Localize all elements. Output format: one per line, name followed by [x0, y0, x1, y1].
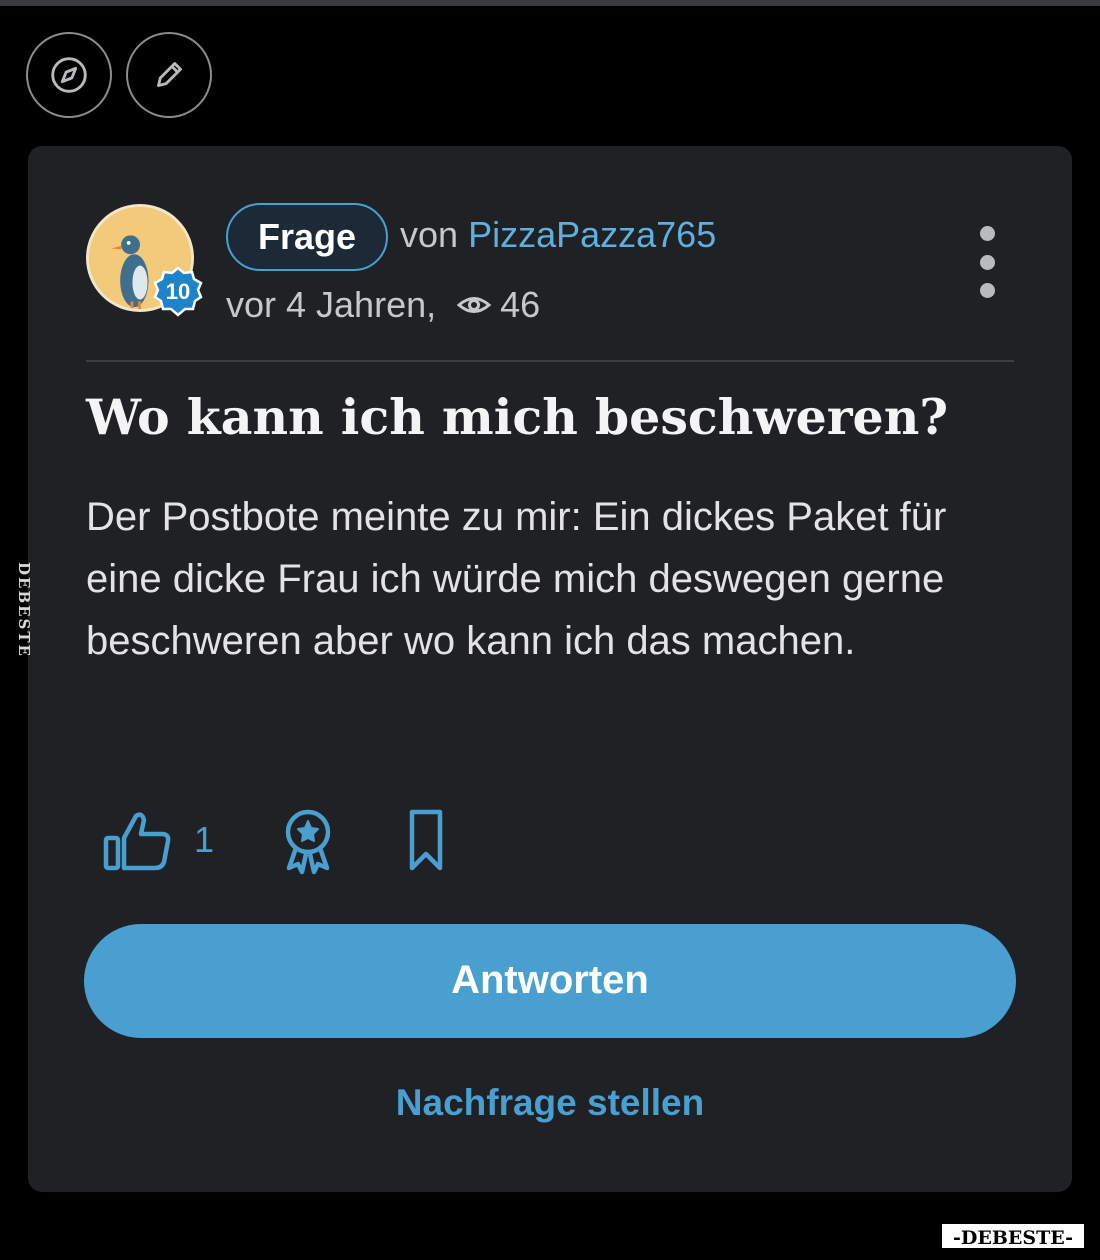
question-title: Wo kann ich mich beschweren?	[86, 388, 949, 446]
action-row: 1	[102, 804, 462, 876]
more-options-icon[interactable]	[972, 226, 1002, 298]
corner-watermark: -DEBESTE-	[940, 1222, 1086, 1250]
view-count: 46	[500, 284, 541, 325]
author-prefix: von	[400, 214, 459, 255]
thumbs-up-icon[interactable]	[102, 804, 174, 876]
post-meta: vor 4 Jahren, 46	[226, 284, 540, 326]
author-line: von PizzaPazza765	[400, 214, 716, 256]
question-card: 10 Frage von PizzaPazza765 vor 4 Jahren,…	[28, 146, 1072, 1192]
author-link[interactable]: PizzaPazza765	[468, 214, 716, 255]
eye-icon	[456, 297, 492, 313]
followup-link[interactable]: Nachfrage stellen	[84, 1082, 1016, 1124]
level-badge: 10	[152, 266, 204, 318]
award-icon[interactable]	[272, 804, 344, 876]
write-button[interactable]	[126, 32, 212, 118]
explore-button[interactable]	[26, 32, 112, 118]
bookmark-icon[interactable]	[390, 804, 462, 876]
divider	[86, 360, 1014, 362]
top-bar	[0, 0, 1100, 6]
compass-icon	[51, 57, 87, 93]
post-time: vor 4 Jahren,	[226, 284, 437, 325]
like-count: 1	[194, 819, 215, 860]
answer-button[interactable]: Antworten	[84, 924, 1016, 1038]
question-type-tag[interactable]: Frage	[226, 203, 389, 271]
pencil-icon	[157, 62, 182, 87]
question-body: Der Postbote meinte zu mir: Ein dickes P…	[86, 495, 947, 663]
side-watermark: DEBESTE	[15, 562, 33, 658]
level-number: 10	[165, 279, 191, 304]
